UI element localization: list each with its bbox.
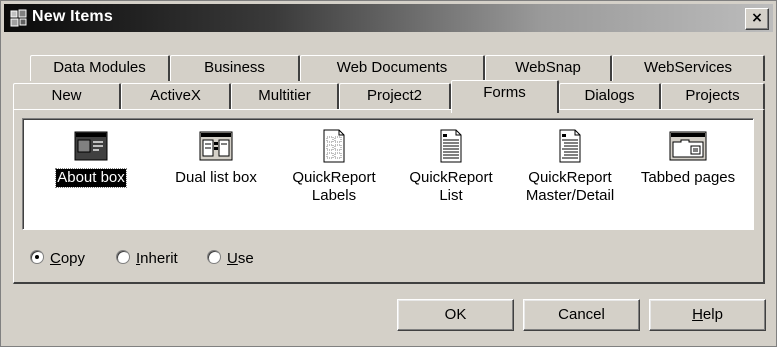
inherit-radio[interactable]: Inherit <box>116 250 178 267</box>
item-label: Dual list box <box>175 169 257 186</box>
radio-circle <box>207 250 221 264</box>
item-dual-list-box[interactable]: Dual list box <box>157 129 275 187</box>
help-button[interactable]: Help <box>649 299 766 331</box>
item-quickreport-list[interactable]: QuickReport List <box>392 129 510 205</box>
item-quickreport-master-detail[interactable]: QuickReport Master/Detail <box>511 129 629 205</box>
item-quickreport-labels[interactable]: QuickReport Labels <box>275 129 393 205</box>
cancel-button[interactable]: Cancel <box>523 299 640 331</box>
forms-tab-panel: About box Dual list box QuickReport Labe… <box>13 109 765 284</box>
report-master-detail-icon <box>559 129 581 163</box>
tab-multitier[interactable]: Multitier <box>231 83 339 109</box>
close-button[interactable]: × <box>745 8 769 30</box>
items-list-view[interactable]: About box Dual list box QuickReport Labe… <box>22 118 754 230</box>
tab-dialogs[interactable]: Dialogs <box>559 83 661 109</box>
new-items-dialog: New Items × Data Modules Business Web Do… <box>0 0 777 347</box>
window-title: New Items <box>32 8 113 25</box>
dual-list-form-icon <box>199 131 233 161</box>
about-box-form-icon <box>74 131 108 161</box>
app-icon <box>10 9 27 27</box>
item-label: Tabbed pages <box>640 169 736 186</box>
tabbed-pages-form-icon <box>669 131 707 161</box>
tab-new[interactable]: New <box>13 83 121 109</box>
tab-web-documents[interactable]: Web Documents <box>300 55 485 81</box>
item-label: QuickReport Master/Detail <box>525 169 615 204</box>
tab-data-modules[interactable]: Data Modules <box>30 55 170 81</box>
tab-business[interactable]: Business <box>170 55 300 81</box>
item-label: About box <box>55 168 127 188</box>
item-label: QuickReport List <box>409 169 493 204</box>
radio-selected-dot <box>35 255 39 259</box>
report-labels-icon <box>323 129 345 163</box>
tab-webservices[interactable]: WebServices <box>612 55 765 81</box>
radio-circle <box>30 250 44 264</box>
title-bar: New Items × <box>4 4 773 32</box>
tab-forms[interactable]: Forms <box>451 80 559 113</box>
ok-button[interactable]: OK <box>397 299 514 331</box>
close-icon: × <box>751 10 763 26</box>
tab-projects[interactable]: Projects <box>661 83 765 109</box>
use-radio[interactable]: Use <box>207 250 254 267</box>
tab-project2[interactable]: Project2 <box>339 83 451 109</box>
item-label: QuickReport Labels <box>292 169 376 204</box>
copy-radio[interactable]: Copy <box>30 250 85 267</box>
item-tabbed-pages[interactable]: Tabbed pages <box>629 129 747 187</box>
radio-circle <box>116 250 130 264</box>
tab-websnap[interactable]: WebSnap <box>485 55 612 81</box>
item-about-box[interactable]: About box <box>32 129 150 188</box>
report-list-icon <box>440 129 462 163</box>
tab-activex[interactable]: ActiveX <box>121 83 231 109</box>
